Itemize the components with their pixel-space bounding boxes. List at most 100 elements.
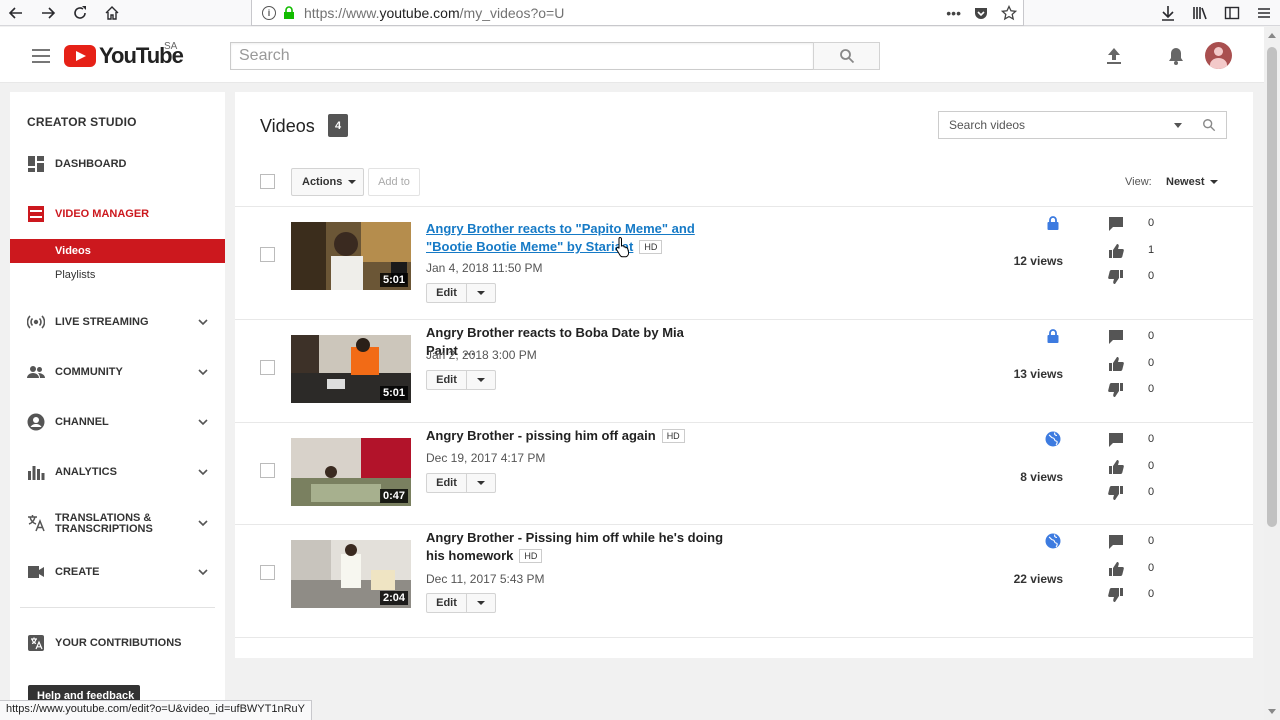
sidebar-toggle-button[interactable]: [1216, 0, 1248, 26]
edit-dropdown-toggle[interactable]: [467, 594, 495, 612]
page-actions-menu-icon[interactable]: •••: [946, 5, 961, 21]
upload-icon[interactable]: [1104, 46, 1124, 66]
search-filter-dropdown-icon[interactable]: [1174, 123, 1182, 128]
comment-count: 0: [1148, 330, 1155, 342]
url-text: https://www.youtube.com/my_videos?o=U: [304, 4, 565, 21]
translate-icon: [28, 515, 45, 532]
like-count: 0: [1148, 562, 1155, 574]
select-all-checkbox[interactable]: [260, 174, 275, 189]
info-icon[interactable]: i: [262, 5, 276, 20]
video-thumbnail[interactable]: 0:47: [291, 438, 411, 506]
video-thumbnail[interactable]: 5:01: [291, 222, 411, 290]
account-avatar[interactable]: [1205, 42, 1232, 69]
library-icon: [1193, 7, 1207, 20]
chevron-down-icon[interactable]: [198, 367, 208, 377]
scroll-down-arrow-icon[interactable]: [1268, 709, 1276, 714]
actions-dropdown-button[interactable]: Actions: [291, 168, 364, 196]
video-checkbox[interactable]: [260, 565, 275, 580]
scroll-up-arrow-icon[interactable]: [1268, 33, 1276, 38]
comment-count: 0: [1148, 535, 1155, 547]
library-button[interactable]: [1184, 0, 1216, 26]
sidebar-item-community[interactable]: COMMUNITY: [10, 360, 225, 384]
sidebar-item-video-manager[interactable]: VIDEO MANAGER: [10, 202, 225, 226]
chevron-down-icon[interactable]: [198, 417, 208, 427]
search-input[interactable]: Search: [230, 42, 814, 70]
sidebar-item-create[interactable]: CREATE: [10, 560, 225, 584]
edit-button-group[interactable]: Edit: [426, 473, 496, 493]
browser-menu-button[interactable]: [1248, 0, 1280, 26]
comment-icon: [1109, 535, 1123, 549]
public-globe-icon[interactable]: [1045, 533, 1061, 549]
forward-button[interactable]: [32, 0, 64, 26]
hand-cursor-icon: [615, 236, 630, 258]
video-title[interactable]: Angry Brother - pissing him off again HD: [426, 427, 736, 445]
sidebar-item-dashboard[interactable]: DASHBOARD: [10, 152, 225, 176]
edit-button[interactable]: Edit: [427, 371, 467, 389]
video-title[interactable]: Angry Brother - Pissing him off while he…: [426, 529, 736, 565]
dashboard-icon: [28, 156, 44, 172]
sidebar-item-live-streaming[interactable]: LIVE STREAMING: [10, 310, 225, 334]
video-manager-panel: Videos 4 Search videos Actions Add to Vi…: [235, 92, 1253, 658]
download-icon: [1162, 6, 1174, 21]
video-date: Dec 11, 2017 5:43 PM: [426, 572, 545, 586]
sidebar-item-translations[interactable]: TRANSLATIONS & TRANSCRIPTIONS: [10, 510, 225, 536]
public-globe-icon[interactable]: [1045, 431, 1061, 447]
channel-icon: [27, 413, 45, 431]
chevron-down-icon[interactable]: [198, 317, 208, 327]
sidebar-item-analytics[interactable]: ANALYTICS: [10, 460, 225, 484]
video-checkbox[interactable]: [260, 463, 275, 478]
view-count: 12 views: [1013, 254, 1063, 268]
comment-count: 0: [1148, 217, 1155, 229]
chevron-down-icon[interactable]: [198, 518, 208, 528]
bookmark-star-icon[interactable]: [1001, 5, 1017, 21]
video-thumbnail[interactable]: 2:04: [291, 540, 411, 608]
edit-dropdown-toggle[interactable]: [467, 284, 495, 302]
downloads-button[interactable]: [1152, 0, 1184, 26]
video-checkbox[interactable]: [260, 247, 275, 262]
edit-button[interactable]: Edit: [427, 594, 467, 612]
page-title: Videos: [260, 116, 315, 136]
comment-icon: [1109, 217, 1123, 231]
reload-icon: [74, 5, 86, 19]
sort-dropdown[interactable]: Newest: [1166, 176, 1218, 188]
search-icon[interactable]: [1202, 118, 1216, 132]
sidebar-item-your-contributions[interactable]: YOUR CONTRIBUTIONS: [10, 631, 225, 655]
youtube-logo[interactable]: YouTube SA: [64, 41, 184, 69]
video-duration: 5:01: [379, 386, 408, 400]
sidebar-subitem-playlists[interactable]: Playlists: [10, 263, 225, 287]
private-lock-icon[interactable]: [1045, 215, 1061, 231]
like-icon: [1109, 562, 1124, 576]
edit-button-group[interactable]: Edit: [426, 593, 496, 613]
reload-button[interactable]: [64, 0, 96, 26]
sidebar-item-channel[interactable]: CHANNEL: [10, 410, 225, 434]
view-count: 13 views: [1013, 367, 1063, 381]
sidebar-icon: [1224, 6, 1240, 20]
chevron-down-icon[interactable]: [198, 567, 208, 577]
search-button[interactable]: [813, 42, 880, 70]
back-button[interactable]: [0, 0, 32, 26]
edit-dropdown-toggle[interactable]: [467, 474, 495, 492]
search-videos-input[interactable]: Search videos: [938, 111, 1227, 139]
edit-button-group[interactable]: Edit: [426, 283, 496, 303]
notifications-bell-icon[interactable]: [1166, 46, 1186, 66]
home-button[interactable]: [96, 0, 128, 26]
video-thumbnail[interactable]: 5:01: [291, 335, 411, 403]
pocket-icon[interactable]: [973, 5, 989, 21]
edit-button[interactable]: Edit: [427, 474, 467, 492]
page-scrollbar[interactable]: [1264, 27, 1280, 720]
private-lock-icon[interactable]: [1045, 328, 1061, 344]
edit-dropdown-toggle[interactable]: [467, 371, 495, 389]
video-title-link[interactable]: Angry Brother reacts to "Papito Meme" an…: [426, 220, 736, 256]
sidebar-subitem-videos[interactable]: Videos: [10, 239, 225, 263]
scrollbar-thumb[interactable]: [1267, 47, 1277, 527]
add-to-button[interactable]: Add to: [368, 168, 420, 196]
creator-studio-sidebar: CREATOR STUDIO DASHBOARD VIDEO MANAGER V…: [10, 92, 225, 720]
like-count: 0: [1148, 460, 1155, 472]
video-checkbox[interactable]: [260, 360, 275, 375]
guide-menu-icon[interactable]: [32, 49, 50, 63]
edit-button[interactable]: Edit: [427, 284, 467, 302]
edit-button-group[interactable]: Edit: [426, 370, 496, 390]
dislike-count: 0: [1148, 486, 1155, 498]
chevron-down-icon[interactable]: [198, 467, 208, 477]
address-bar[interactable]: i https://www.youtube.com/my_videos?o=U …: [251, 0, 1024, 26]
